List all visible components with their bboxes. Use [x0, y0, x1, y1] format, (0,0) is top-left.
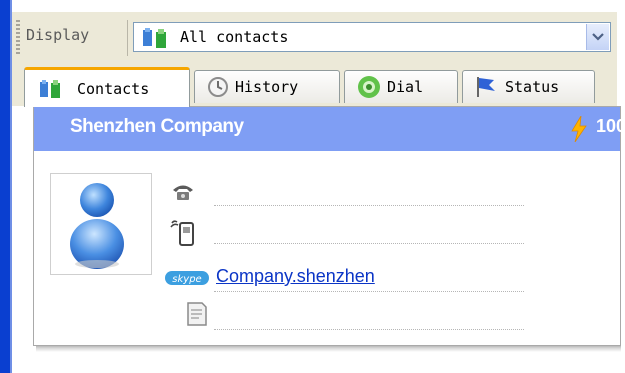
tab-status-label: Status: [505, 78, 560, 96]
tab-history-label: History: [235, 78, 299, 96]
contact-name: Shenzhen Company: [70, 116, 244, 137]
lightning-bolt-icon: [570, 115, 588, 146]
contacts-group-icon: [142, 28, 176, 52]
contacts-icon: [39, 79, 71, 98]
mobile-field[interactable]: [214, 243, 524, 244]
toolbar-separator: [127, 20, 128, 56]
tab-history[interactable]: History: [194, 70, 340, 103]
note-icon: [186, 301, 208, 331]
tab-dial[interactable]: Dial: [344, 70, 458, 103]
note-field[interactable]: [214, 329, 524, 330]
avatar: [50, 173, 152, 275]
left-accent-bar: [0, 0, 10, 373]
skype-id-link[interactable]: Company.shenzhen: [216, 266, 375, 287]
flag-icon: [475, 75, 499, 99]
phone-field[interactable]: [214, 205, 524, 206]
mobile-phone-icon: [170, 219, 196, 251]
dropdown-button[interactable]: [586, 24, 609, 50]
chevron-down-icon: [592, 33, 604, 41]
person-icon: [70, 183, 124, 269]
dial-icon: [357, 75, 381, 99]
contact-card: Shenzhen Company 100 skype Company.shenz…: [33, 106, 625, 346]
display-filter-select[interactable]: All contacts: [133, 22, 611, 52]
phone-icon: [171, 183, 195, 205]
tab-dial-label: Dial: [387, 78, 424, 96]
svg-text:skype: skype: [172, 274, 201, 285]
contact-score: 100: [596, 116, 625, 136]
tab-contacts-label: Contacts: [77, 79, 150, 98]
tab-contacts[interactable]: Contacts: [24, 67, 190, 107]
clock-icon: [207, 76, 229, 98]
tab-status[interactable]: Status: [462, 70, 595, 103]
display-filter-value: All contacts: [180, 28, 289, 46]
skype-icon: skype: [164, 269, 210, 291]
display-label: Display: [26, 26, 90, 44]
toolbar-grip-handle[interactable]: [16, 20, 20, 54]
skype-field-underline: [214, 291, 524, 292]
contact-card-header: Shenzhen Company 100: [34, 107, 625, 151]
